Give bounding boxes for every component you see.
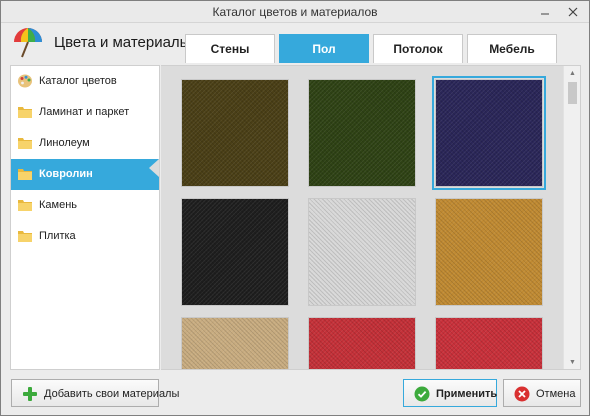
- folder-icon: [18, 169, 32, 180]
- plus-icon: [23, 387, 37, 401]
- sidebar-item-carpet[interactable]: Ковролин: [11, 159, 159, 190]
- material-swatch[interactable]: [308, 317, 416, 369]
- sidebar-item-stone[interactable]: Камень: [11, 190, 159, 221]
- folder-icon: [18, 231, 32, 242]
- sidebar-item-label: Ковролин: [39, 168, 93, 180]
- scroll-thumb[interactable]: [568, 82, 577, 104]
- sidebar-item-linoleum[interactable]: Линолеум: [11, 128, 159, 159]
- checkmark-icon: [414, 386, 430, 402]
- material-swatch[interactable]: [432, 76, 546, 190]
- folder-icon: [18, 138, 32, 149]
- sidebar-item-label: Ламинат и паркет: [39, 106, 130, 118]
- cancel-icon: [514, 386, 530, 402]
- sidebar-item-label: Каталог цветов: [39, 75, 117, 87]
- material-swatch[interactable]: [308, 198, 416, 306]
- add-materials-label: Добавить свои материалы: [44, 388, 180, 400]
- grid-scrollbar[interactable]: ▲ ▼: [563, 66, 580, 369]
- sidebar-item-laminate[interactable]: Ламинат и паркет: [11, 97, 159, 128]
- close-button[interactable]: [559, 1, 587, 22]
- tab-bar: Стены Пол Потолок Мебель: [177, 34, 589, 63]
- apply-label: Применить: [436, 388, 498, 400]
- material-swatch[interactable]: [435, 198, 543, 306]
- sidebar-item-label: Плитка: [39, 230, 76, 242]
- material-swatch[interactable]: [181, 317, 289, 369]
- material-swatch[interactable]: [435, 317, 543, 369]
- app-title: Цвета и материалы: [54, 34, 191, 51]
- sidebar-item-label: Линолеум: [39, 137, 90, 149]
- tab-floor[interactable]: Пол: [279, 34, 369, 63]
- add-materials-button[interactable]: Добавить свои материалы: [11, 379, 179, 407]
- folder-icon: [18, 200, 32, 211]
- folder-icon: [18, 107, 32, 118]
- tab-walls[interactable]: Стены: [185, 34, 275, 63]
- header: Цвета и материалы Стены Пол Потолок Мебе…: [1, 23, 589, 63]
- tab-furniture[interactable]: Мебель: [467, 34, 557, 63]
- palette-icon: [18, 74, 32, 88]
- umbrella-logo-icon: [14, 28, 42, 58]
- scroll-down-button[interactable]: ▼: [564, 355, 581, 369]
- cancel-label: Отмена: [536, 388, 576, 400]
- window-title: Каталог цветов и материалов: [212, 5, 378, 19]
- minimize-button[interactable]: [531, 1, 559, 22]
- minimize-icon: [541, 13, 549, 14]
- dialog-window: Каталог цветов и материалов Цвета и мате…: [0, 0, 590, 416]
- sidebar-item-color-catalog[interactable]: Каталог цветов: [11, 66, 159, 97]
- apply-button[interactable]: Применить: [403, 379, 497, 407]
- material-swatch[interactable]: [181, 198, 289, 306]
- title-bar: Каталог цветов и материалов: [1, 1, 589, 23]
- material-grid: [161, 65, 581, 370]
- material-swatch[interactable]: [181, 79, 289, 187]
- close-icon: [568, 7, 578, 16]
- tab-ceiling[interactable]: Потолок: [373, 34, 463, 63]
- material-swatch[interactable]: [308, 79, 416, 187]
- category-sidebar: Каталог цветов Ламинат и паркет Линолеум…: [10, 65, 160, 370]
- sidebar-item-tile[interactable]: Плитка: [11, 221, 159, 252]
- scroll-up-button[interactable]: ▲: [564, 66, 581, 80]
- cancel-button[interactable]: Отмена: [503, 379, 581, 407]
- active-item-pointer: [149, 159, 159, 177]
- sidebar-item-label: Камень: [39, 199, 78, 211]
